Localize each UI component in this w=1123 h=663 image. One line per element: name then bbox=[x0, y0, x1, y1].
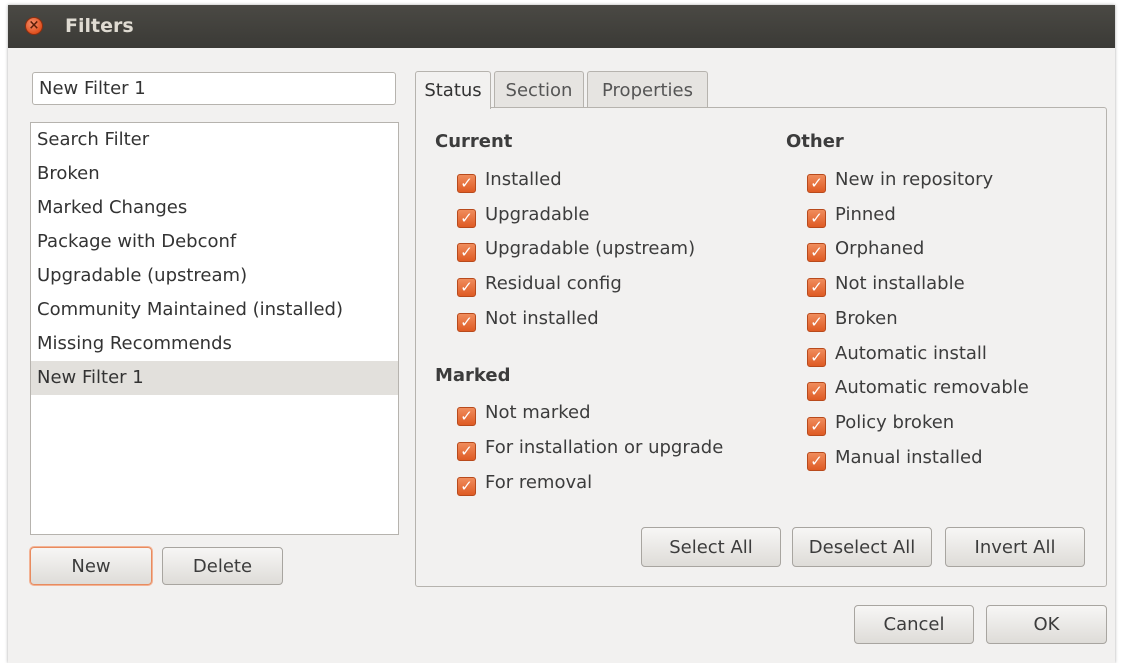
checkbox-checked-icon: ✓ bbox=[457, 278, 476, 297]
marked-group-title: Marked bbox=[435, 365, 511, 386]
filter-name-input[interactable] bbox=[32, 72, 396, 105]
other-group-title: Other bbox=[786, 131, 844, 152]
title-bar: × Filters bbox=[8, 5, 1115, 48]
checkbox-checked-icon: ✓ bbox=[807, 382, 826, 401]
checkbox-checked-icon: ✓ bbox=[457, 442, 476, 461]
ok-button[interactable]: OK bbox=[986, 605, 1107, 644]
filter-list-item[interactable]: Community Maintained (installed) bbox=[31, 293, 398, 327]
checkbox-checked-icon: ✓ bbox=[457, 477, 476, 496]
checkbox-checked-icon: ✓ bbox=[807, 174, 826, 193]
checkbox-checked-icon: ✓ bbox=[807, 452, 826, 471]
new-filter-button[interactable]: New bbox=[30, 547, 152, 585]
checkbox-checked-icon: ✓ bbox=[457, 209, 476, 228]
filter-list-item[interactable]: Broken bbox=[31, 157, 398, 191]
checkbox-not-installable[interactable]: ✓ Not installable bbox=[807, 269, 965, 299]
checkbox-checked-icon: ✓ bbox=[807, 209, 826, 228]
delete-filter-button[interactable]: Delete bbox=[162, 547, 283, 585]
checkbox-broken[interactable]: ✓ Broken bbox=[807, 304, 898, 334]
checkbox-pinned[interactable]: ✓ Pinned bbox=[807, 200, 896, 230]
current-group-title: Current bbox=[435, 131, 513, 152]
checkbox-checked-icon: ✓ bbox=[807, 278, 826, 297]
checkbox-residual-config[interactable]: ✓ Residual config bbox=[457, 269, 622, 299]
filter-list-item-selected[interactable]: New Filter 1 bbox=[31, 361, 398, 395]
checkbox-for-installation-or-upgrade[interactable]: ✓ For installation or upgrade bbox=[457, 433, 723, 463]
checkbox-orphaned[interactable]: ✓ Orphaned bbox=[807, 234, 924, 264]
checkbox-policy-broken[interactable]: ✓ Policy broken bbox=[807, 408, 954, 438]
checkbox-checked-icon: ✓ bbox=[807, 417, 826, 436]
checkbox-checked-icon: ✓ bbox=[457, 407, 476, 426]
filter-list-item[interactable]: Marked Changes bbox=[31, 191, 398, 225]
close-icon[interactable]: × bbox=[25, 17, 43, 35]
tab-section[interactable]: Section bbox=[494, 71, 584, 108]
checkbox-checked-icon: ✓ bbox=[457, 313, 476, 332]
select-all-button[interactable]: Select All bbox=[641, 527, 781, 567]
filter-list-item[interactable]: Upgradable (upstream) bbox=[31, 259, 398, 293]
checkbox-new-in-repository[interactable]: ✓ New in repository bbox=[807, 165, 993, 195]
checkbox-upgradable-upstream[interactable]: ✓ Upgradable (upstream) bbox=[457, 234, 695, 264]
status-panel: Current ✓ Installed ✓ Upgradable ✓ Upgradab… bbox=[415, 107, 1107, 587]
filter-list[interactable]: Search Filter Broken Marked Changes Pack… bbox=[30, 122, 399, 535]
checkbox-installed[interactable]: ✓ Installed bbox=[457, 165, 562, 195]
checkbox-automatic-install[interactable]: ✓ Automatic install bbox=[807, 339, 987, 369]
invert-all-button[interactable]: Invert All bbox=[945, 527, 1085, 567]
checkbox-automatic-removable[interactable]: ✓ Automatic removable bbox=[807, 373, 1029, 403]
checkbox-for-removal[interactable]: ✓ For removal bbox=[457, 468, 592, 498]
window-title: Filters bbox=[65, 15, 134, 37]
filter-list-item[interactable]: Missing Recommends bbox=[31, 327, 398, 361]
checkbox-checked-icon: ✓ bbox=[457, 174, 476, 193]
tab-properties[interactable]: Properties bbox=[587, 71, 708, 108]
checkbox-checked-icon: ✓ bbox=[457, 243, 476, 262]
checkbox-checked-icon: ✓ bbox=[807, 348, 826, 367]
checkbox-checked-icon: ✓ bbox=[807, 243, 826, 262]
checkbox-manual-installed[interactable]: ✓ Manual installed bbox=[807, 443, 983, 473]
filters-dialog: × Filters Search Filter Broken Marked Ch… bbox=[8, 5, 1115, 663]
checkbox-not-marked[interactable]: ✓ Not marked bbox=[457, 398, 591, 428]
filter-list-item[interactable]: Search Filter bbox=[31, 123, 398, 157]
tab-status[interactable]: Status bbox=[415, 71, 491, 109]
cancel-button[interactable]: Cancel bbox=[854, 605, 974, 644]
checkbox-upgradable[interactable]: ✓ Upgradable bbox=[457, 200, 589, 230]
deselect-all-button[interactable]: Deselect All bbox=[792, 527, 932, 567]
filter-list-item[interactable]: Package with Debconf bbox=[31, 225, 398, 259]
checkbox-checked-icon: ✓ bbox=[807, 313, 826, 332]
checkbox-not-installed[interactable]: ✓ Not installed bbox=[457, 304, 599, 334]
